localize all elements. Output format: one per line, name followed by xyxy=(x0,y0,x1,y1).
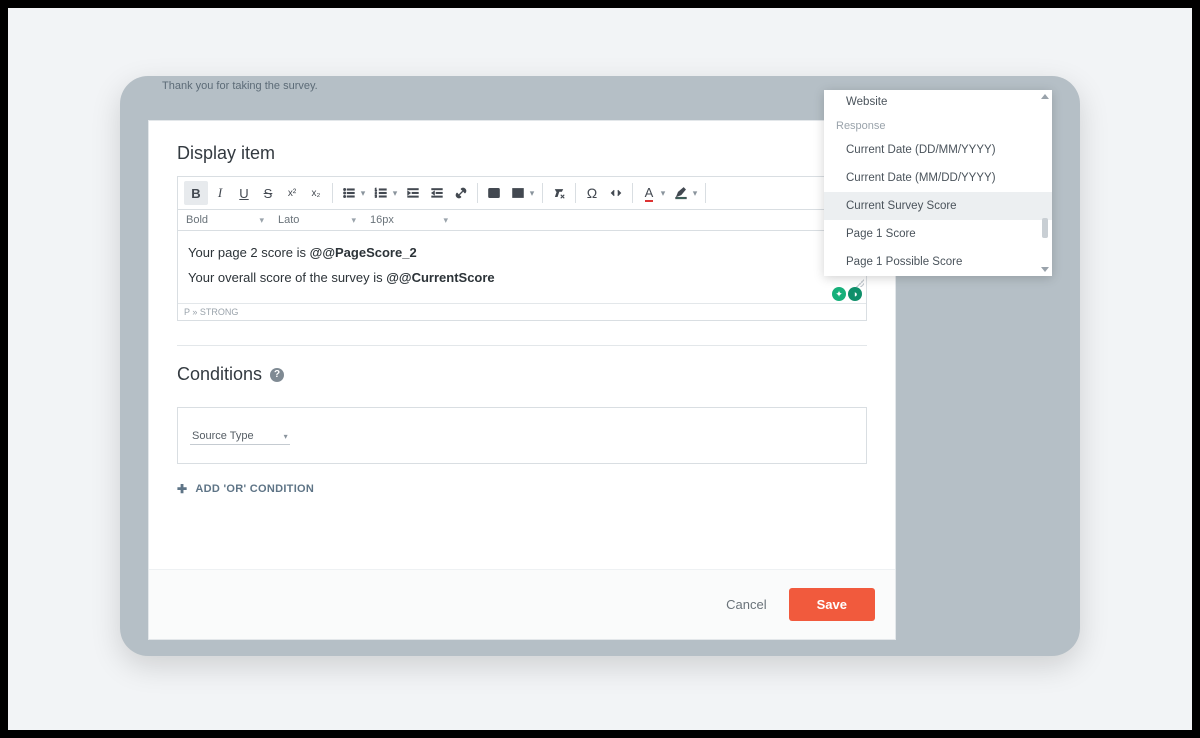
modal-panel: Display item B I U S x² x₂ ▾ 123 xyxy=(148,120,896,640)
font-weight-select[interactable]: Bold▾ xyxy=(186,214,264,226)
font-family-value: Lato xyxy=(278,214,299,226)
dropdown-item[interactable]: Current Date (DD/MM/YYYY) xyxy=(824,136,1052,164)
highlight-button[interactable] xyxy=(669,181,693,205)
save-button[interactable]: Save xyxy=(789,588,875,621)
subscript-button[interactable]: x₂ xyxy=(304,181,328,205)
link-button[interactable] xyxy=(449,181,473,205)
editor-line2-token: @@CurrentScore xyxy=(386,270,494,285)
table-button[interactable] xyxy=(506,181,530,205)
editor-line2-text: Your overall score of the survey is xyxy=(188,270,386,285)
dropdown-group-response: Response xyxy=(824,116,1052,136)
svg-text:3: 3 xyxy=(375,194,377,198)
condition-container: Source Type ▾ xyxy=(177,407,867,464)
scroll-down-icon[interactable] xyxy=(1041,267,1049,272)
rich-text-editor: B I U S x² x₂ ▾ 123 ▾ xyxy=(177,176,867,321)
chevron-down-icon[interactable]: ▾ xyxy=(391,188,399,199)
conditions-heading: Conditions xyxy=(177,364,262,385)
superscript-button[interactable]: x² xyxy=(280,181,304,205)
editor-textarea[interactable]: Your page 2 score is @@PageScore_2 Your … xyxy=(178,231,866,303)
editor-format-bar: Bold▾ Lato▾ 16px▾ xyxy=(178,210,866,231)
add-or-label: ADD 'OR' CONDITION xyxy=(195,483,314,495)
dropdown-item[interactable]: Page 1 Possible Score xyxy=(824,248,1052,276)
editor-line1-text: Your page 2 score is xyxy=(188,245,310,260)
chevron-down-icon[interactable]: ▾ xyxy=(659,188,667,199)
chevron-down-icon[interactable]: ▾ xyxy=(528,188,536,199)
add-or-condition-button[interactable]: ✚ ADD 'OR' CONDITION xyxy=(177,482,867,496)
dropdown-item[interactable]: Current Date (MM/DD/YYYY) xyxy=(824,164,1052,192)
editor-path-breadcrumb: P » STRONG xyxy=(178,303,866,320)
editor-toolbar: B I U S x² x₂ ▾ 123 ▾ xyxy=(178,177,866,210)
bullet-list-button[interactable] xyxy=(337,181,361,205)
bold-button[interactable]: B xyxy=(184,181,208,205)
numbered-list-button[interactable]: 123 xyxy=(369,181,393,205)
font-size-value: 16px xyxy=(370,214,394,226)
modal-footer: Cancel Save xyxy=(149,569,895,639)
resize-handle[interactable] xyxy=(854,277,864,287)
background-survey-text: Thank you for taking the survey. xyxy=(162,80,318,92)
indent-button[interactable] xyxy=(425,181,449,205)
dropdown-item[interactable]: Current Survey Score xyxy=(824,192,1052,220)
help-icon[interactable]: ? xyxy=(270,368,284,382)
font-size-select[interactable]: 16px▾ xyxy=(370,214,448,226)
code-view-button[interactable] xyxy=(604,181,628,205)
image-button[interactable] xyxy=(482,181,506,205)
dropdown-scrollbar[interactable] xyxy=(1041,94,1049,272)
editor-line1-token: @@PageScore_2 xyxy=(310,245,417,260)
outdent-button[interactable] xyxy=(401,181,425,205)
dropdown-item-website[interactable]: Website xyxy=(824,90,1052,116)
merge-variable-dropdown[interactable]: Website Response Current Date (DD/MM/YYY… xyxy=(824,90,1052,276)
grammar-badge-icon[interactable]: ✦ xyxy=(832,287,846,301)
underline-button[interactable]: U xyxy=(232,181,256,205)
plus-icon: ✚ xyxy=(177,482,187,496)
assist-badge-icon[interactable]: ◑ xyxy=(848,287,862,301)
font-family-select[interactable]: Lato▾ xyxy=(278,214,356,226)
special-char-button[interactable]: Ω xyxy=(580,181,604,205)
italic-button[interactable]: I xyxy=(208,181,232,205)
font-weight-value: Bold xyxy=(186,214,208,226)
scroll-thumb[interactable] xyxy=(1042,218,1048,238)
dropdown-item[interactable]: Page 1 Score xyxy=(824,220,1052,248)
chevron-down-icon[interactable]: ▾ xyxy=(359,188,367,199)
chevron-down-icon[interactable]: ▾ xyxy=(691,188,699,199)
clear-format-button[interactable] xyxy=(547,181,571,205)
strikethrough-button[interactable]: S xyxy=(256,181,280,205)
cancel-button[interactable]: Cancel xyxy=(726,597,766,612)
text-color-button[interactable]: A xyxy=(637,181,661,205)
scroll-up-icon[interactable] xyxy=(1041,94,1049,99)
source-type-label: Source Type xyxy=(192,430,254,442)
source-type-select[interactable]: Source Type ▾ xyxy=(190,430,290,445)
display-item-heading: Display item xyxy=(177,143,867,164)
